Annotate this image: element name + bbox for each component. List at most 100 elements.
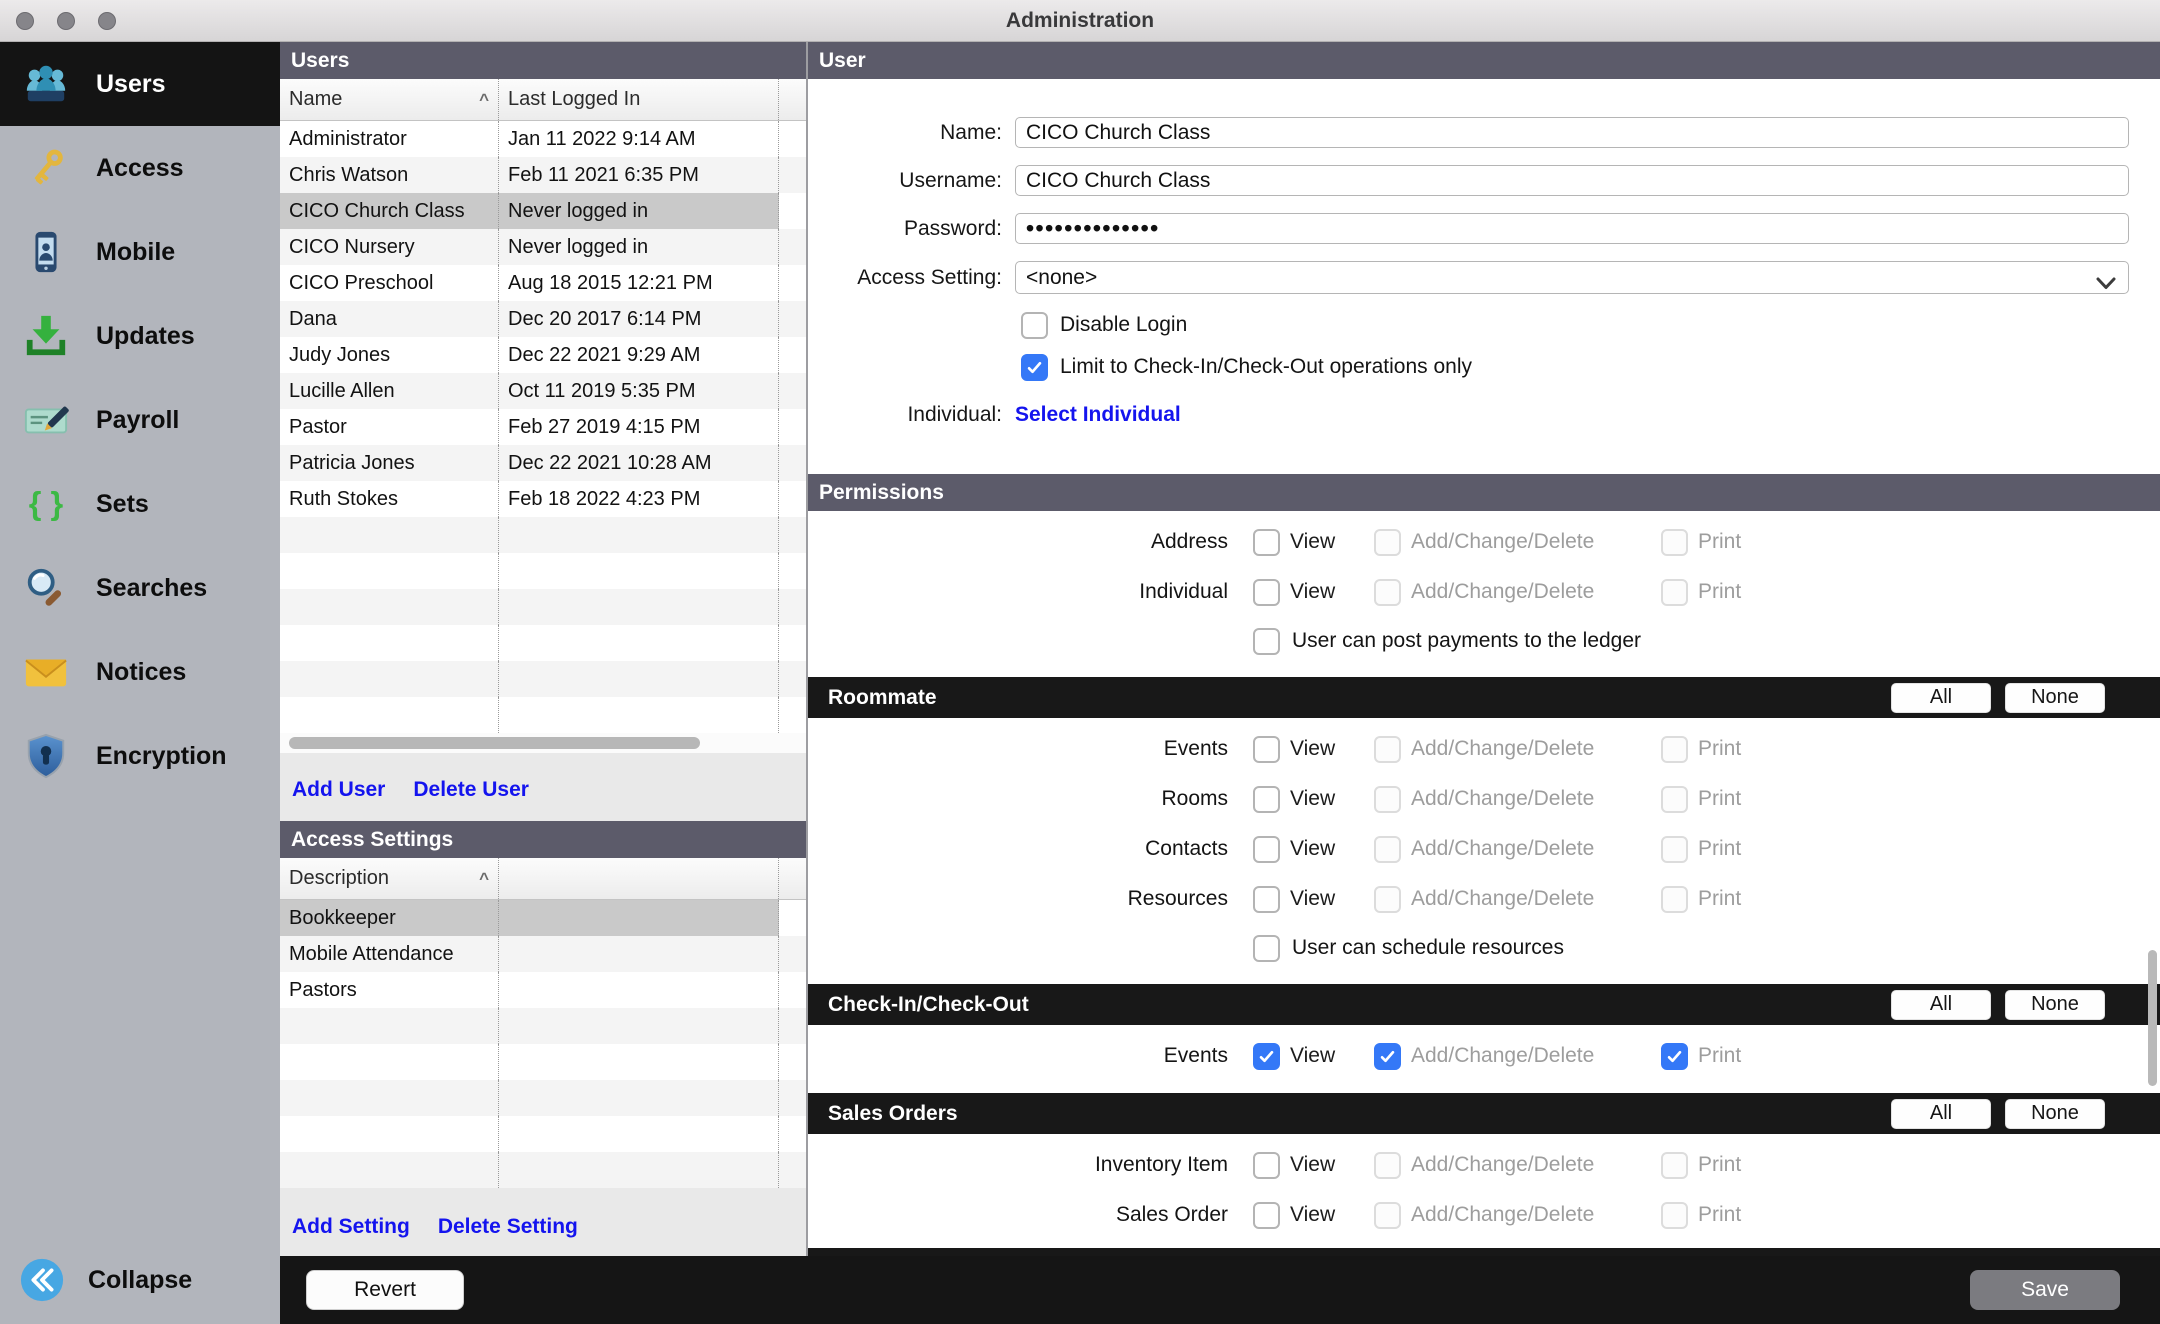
user-row[interactable]: PastorFeb 27 2019 4:15 PM bbox=[280, 409, 806, 445]
username-row: Username: CICO Church Class bbox=[808, 165, 2160, 196]
inventory-item-print-checkbox[interactable] bbox=[1661, 1152, 1688, 1179]
inventory-item-view-checkbox[interactable] bbox=[1253, 1152, 1280, 1179]
users-column-header-name[interactable]: Name ^ bbox=[280, 79, 499, 120]
events-acd-checkbox[interactable] bbox=[1374, 1043, 1401, 1070]
users-column-header-last-logged-in[interactable]: Last Logged In bbox=[499, 79, 779, 120]
sidebar-item-mobile[interactable]: Mobile bbox=[0, 210, 280, 294]
empty-row[interactable] bbox=[280, 697, 806, 733]
roommate-none-button[interactable]: None bbox=[2005, 683, 2105, 713]
sidebar-item-sets[interactable]: { }Sets bbox=[0, 462, 280, 546]
contacts-view-checkbox[interactable] bbox=[1253, 836, 1280, 863]
vertical-scrollbar-thumb[interactable] bbox=[2148, 950, 2157, 1086]
roommate-all-button[interactable]: All bbox=[1891, 683, 1991, 713]
sidebar-item-users[interactable]: Users bbox=[0, 42, 280, 126]
events-view-checkbox[interactable] bbox=[1253, 736, 1280, 763]
sidebar-item-searches[interactable]: Searches bbox=[0, 546, 280, 630]
user-row[interactable]: AdministratorJan 11 2022 9:14 AM bbox=[280, 121, 806, 157]
access-column-header-description[interactable]: Description ^ bbox=[280, 858, 499, 899]
address-acd-checkbox[interactable] bbox=[1374, 529, 1401, 556]
sales-order-print-checkbox[interactable] bbox=[1661, 1202, 1688, 1229]
user-row[interactable]: Judy JonesDec 22 2021 9:29 AM bbox=[280, 337, 806, 373]
user-row[interactable]: Ruth StokesFeb 18 2022 4:23 PM bbox=[280, 481, 806, 517]
empty-row[interactable] bbox=[280, 553, 806, 589]
zoom-window-button[interactable] bbox=[98, 12, 116, 30]
empty-row[interactable] bbox=[280, 517, 806, 553]
user-can-schedule-resources-checkbox[interactable] bbox=[1253, 935, 1280, 962]
empty-row[interactable] bbox=[280, 1080, 806, 1116]
empty-row[interactable] bbox=[280, 1008, 806, 1044]
user-can-post-payments-to-the-ledger-checkbox[interactable] bbox=[1253, 628, 1280, 655]
sales-orders-none-button[interactable]: None bbox=[2005, 1099, 2105, 1129]
events-print-checkbox[interactable] bbox=[1661, 736, 1688, 763]
sales-order-acd-checkbox[interactable] bbox=[1374, 1202, 1401, 1229]
user-row[interactable]: CICO NurseryNever logged in bbox=[280, 229, 806, 265]
address-print-checkbox[interactable] bbox=[1661, 529, 1688, 556]
user-row[interactable]: Patricia JonesDec 22 2021 10:28 AM bbox=[280, 445, 806, 481]
events-view-checkbox[interactable] bbox=[1253, 1043, 1280, 1070]
add-setting-link[interactable]: Add Setting bbox=[292, 1215, 410, 1256]
password-input[interactable]: •••••••••••••• bbox=[1015, 213, 2129, 244]
scrollbar-thumb[interactable] bbox=[289, 737, 700, 749]
empty-row[interactable] bbox=[280, 625, 806, 661]
access-setting-row[interactable]: Mobile Attendance bbox=[280, 936, 806, 972]
name-input[interactable]: CICO Church Class bbox=[1015, 117, 2129, 148]
user-row[interactable]: Chris WatsonFeb 11 2021 6:35 PM bbox=[280, 157, 806, 193]
empty-row[interactable] bbox=[280, 661, 806, 697]
sidebar-item-notices[interactable]: Notices bbox=[0, 630, 280, 714]
user-row[interactable]: CICO PreschoolAug 18 2015 12:21 PM bbox=[280, 265, 806, 301]
individual-acd-checkbox[interactable] bbox=[1374, 579, 1401, 606]
sidebar-collapse-button[interactable]: Collapse bbox=[0, 1236, 280, 1324]
key-icon bbox=[22, 144, 70, 192]
resources-acd-checkbox[interactable] bbox=[1374, 886, 1401, 913]
empty-row[interactable] bbox=[280, 1152, 806, 1188]
access-setting-row[interactable]: Bookkeeper bbox=[280, 900, 806, 936]
rooms-view-checkbox[interactable] bbox=[1253, 786, 1280, 813]
contacts-print-checkbox[interactable] bbox=[1661, 836, 1688, 863]
sales-orders-all-button[interactable]: All bbox=[1891, 1099, 1991, 1129]
user-row[interactable]: DanaDec 20 2017 6:14 PM bbox=[280, 301, 806, 337]
users-horizontal-scrollbar[interactable] bbox=[280, 733, 806, 753]
events-print-checkbox[interactable] bbox=[1661, 1043, 1688, 1070]
sales-order-view-checkbox[interactable] bbox=[1253, 1202, 1280, 1229]
user-row[interactable]: CICO Church ClassNever logged in bbox=[280, 193, 806, 229]
sidebar-item-payroll[interactable]: Payroll bbox=[0, 378, 280, 462]
empty-row[interactable] bbox=[280, 1116, 806, 1152]
delete-setting-link[interactable]: Delete Setting bbox=[438, 1215, 578, 1256]
address-view-checkbox[interactable] bbox=[1253, 529, 1280, 556]
save-button[interactable]: Save bbox=[1970, 1270, 2120, 1310]
access-setting-select[interactable]: <none> bbox=[1015, 261, 2129, 294]
acd-label: Add/Change/Delete bbox=[1411, 737, 1594, 761]
sidebar-item-access[interactable]: Access bbox=[0, 126, 280, 210]
cell-filler bbox=[779, 1008, 806, 1044]
empty-row[interactable] bbox=[280, 1044, 806, 1080]
minimize-window-button[interactable] bbox=[57, 12, 75, 30]
access-setting-row[interactable]: Pastors bbox=[280, 972, 806, 1008]
delete-user-link[interactable]: Delete User bbox=[413, 778, 529, 821]
resources-view-checkbox[interactable] bbox=[1253, 886, 1280, 913]
events-acd-checkbox[interactable] bbox=[1374, 736, 1401, 763]
individual-print-checkbox[interactable] bbox=[1661, 579, 1688, 606]
sidebar-item-encryption[interactable]: Encryption bbox=[0, 714, 280, 798]
check-in-check-out-none-button[interactable]: None bbox=[2005, 990, 2105, 1020]
username-input[interactable]: CICO Church Class bbox=[1015, 165, 2129, 196]
inventory-item-acd-checkbox[interactable] bbox=[1374, 1152, 1401, 1179]
events-acd-group: Add/Change/Delete bbox=[1374, 736, 1646, 763]
user-row[interactable]: Lucille AllenOct 11 2019 5:35 PM bbox=[280, 373, 806, 409]
empty-row[interactable] bbox=[280, 589, 806, 625]
acd-label: Add/Change/Delete bbox=[1411, 837, 1594, 861]
disable-login-checkbox[interactable] bbox=[1021, 312, 1048, 339]
revert-button[interactable]: Revert bbox=[306, 1270, 464, 1310]
contacts-acd-checkbox[interactable] bbox=[1374, 836, 1401, 863]
rooms-acd-checkbox[interactable] bbox=[1374, 786, 1401, 813]
rooms-print-checkbox[interactable] bbox=[1661, 786, 1688, 813]
sidebar-item-updates[interactable]: Updates bbox=[0, 294, 280, 378]
close-window-button[interactable] bbox=[16, 12, 34, 30]
shield-icon bbox=[22, 732, 70, 780]
add-user-link[interactable]: Add User bbox=[292, 778, 385, 821]
select-individual-link[interactable]: Select Individual bbox=[1015, 403, 1181, 427]
limit-cico-checkbox[interactable] bbox=[1021, 354, 1048, 381]
view-label: View bbox=[1290, 1153, 1335, 1177]
check-in-check-out-all-button[interactable]: All bbox=[1891, 990, 1991, 1020]
resources-print-checkbox[interactable] bbox=[1661, 886, 1688, 913]
individual-view-checkbox[interactable] bbox=[1253, 579, 1280, 606]
